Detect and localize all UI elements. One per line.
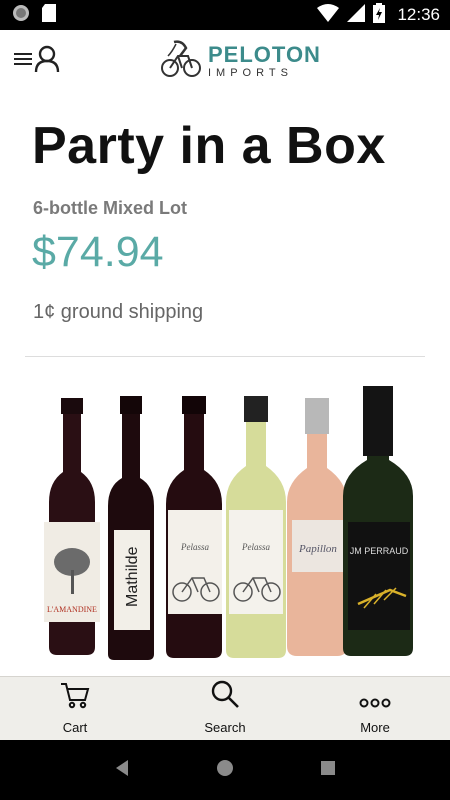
menu-account-button[interactable]	[14, 45, 62, 78]
nav-cart[interactable]: Cart	[0, 677, 150, 740]
nav-more-label: More	[360, 720, 390, 735]
bottle-mathilde: Mathilde	[108, 396, 154, 660]
home-icon[interactable]	[216, 759, 234, 782]
peloton-logo[interactable]: PELOTON IMPORTS	[160, 38, 321, 85]
bottle-label-5: Papillon	[298, 543, 337, 555]
cell-signal-icon	[347, 3, 366, 27]
status-time: 12:36	[397, 5, 440, 24]
product-title: Party in a Box	[32, 117, 386, 175]
bottle-label-6: JM PERRAUD	[350, 546, 409, 556]
bottle-label-4: Pelassa	[241, 542, 270, 552]
logo-title: PELOTON	[208, 41, 321, 67]
search-icon	[210, 679, 240, 714]
nav-cart-label: Cart	[62, 720, 88, 735]
wine-bottles-image: L'AMANDINE Mathilde Pelassa Pelassa Papi…	[44, 386, 413, 660]
user-icon	[34, 45, 60, 78]
recents-icon[interactable]	[319, 759, 337, 782]
status-bar: 12:36	[0, 0, 450, 30]
bottle-cremant: JM PERRAUD	[343, 386, 413, 656]
bottle-label-3: Pelassa	[180, 542, 209, 552]
nav-more[interactable]: More	[300, 677, 450, 740]
logo-subtitle: IMPORTS	[208, 66, 293, 79]
bottle-amandine: L'AMANDINE	[44, 398, 100, 655]
cyclist-logo-icon	[160, 38, 202, 85]
more-icon	[359, 696, 391, 714]
back-icon[interactable]	[113, 759, 131, 782]
notification-circle-icon	[12, 4, 30, 27]
nav-search-label: Search	[204, 720, 246, 735]
product-subtitle: 6-bottle Mixed Lot	[33, 198, 187, 218]
wifi-icon	[317, 3, 340, 27]
bottle-label-1: L'AMANDINE	[47, 605, 97, 614]
sd-card-icon	[42, 3, 56, 27]
nav-search[interactable]: Search	[150, 677, 300, 740]
bottom-nav: Cart Search More	[0, 676, 450, 740]
bottle-label-2: Mathilde	[124, 546, 141, 607]
bottle-papillon: Papillon	[287, 398, 347, 656]
bottle-pelassa-white: Pelassa	[226, 396, 286, 658]
divider	[25, 356, 425, 357]
shipping-note: 1¢ ground shipping	[33, 301, 204, 323]
product-price: $74.94	[32, 228, 164, 276]
app-content: PELOTON IMPORTS Party in a Box 6-bottle …	[0, 30, 450, 676]
system-nav-bar	[0, 740, 450, 800]
bottle-pelassa-red: Pelassa	[166, 396, 222, 658]
battery-charging-icon	[373, 2, 386, 28]
top-bar: PELOTON IMPORTS	[0, 30, 450, 92]
cart-icon	[60, 681, 90, 714]
menu-icon	[14, 50, 34, 73]
